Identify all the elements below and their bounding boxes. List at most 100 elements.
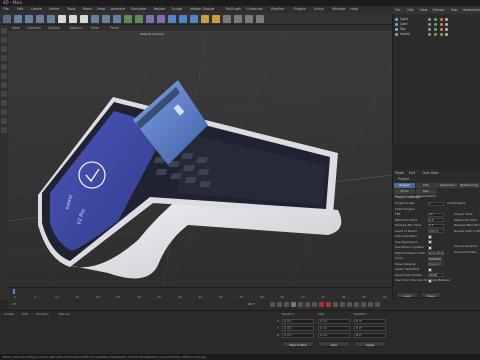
save-preset-button[interactable]: Save Preset... bbox=[420, 292, 442, 304]
polygons-mode-icon[interactable] bbox=[256, 15, 264, 23]
axis-mode-icon[interactable] bbox=[1, 73, 7, 79]
light-icon[interactable] bbox=[223, 15, 231, 23]
subdivision-icon[interactable] bbox=[157, 15, 165, 23]
move-icon[interactable] bbox=[36, 15, 44, 23]
menu-render[interactable]: Render bbox=[154, 6, 166, 13]
soft-selection-icon[interactable] bbox=[1, 127, 7, 133]
menu-help[interactable]: Help bbox=[350, 6, 358, 13]
points-tool-icon[interactable] bbox=[1, 28, 7, 34]
next-frame-icon[interactable] bbox=[298, 302, 303, 307]
camera-icon[interactable] bbox=[212, 15, 220, 23]
texture-mode-icon[interactable] bbox=[1, 64, 7, 70]
array-icon[interactable] bbox=[168, 15, 176, 23]
position-key-icon[interactable] bbox=[340, 302, 345, 307]
model-mode-icon[interactable] bbox=[1, 55, 7, 61]
workplane-icon[interactable] bbox=[1, 91, 7, 97]
render-settings-icon[interactable] bbox=[124, 15, 132, 23]
edges-mode-icon[interactable] bbox=[245, 15, 253, 23]
viewport[interactable]: sunmi V2 Pro bbox=[8, 25, 392, 287]
menu-character[interactable]: Character bbox=[246, 6, 263, 13]
undo-icon[interactable] bbox=[3, 15, 11, 23]
check-icon[interactable] bbox=[434, 23, 437, 26]
material-menu-function[interactable]: Function bbox=[36, 312, 49, 317]
menu-edit[interactable]: Edit bbox=[17, 6, 24, 13]
attr-checkbox[interactable] bbox=[428, 234, 432, 239]
prev-frame-icon[interactable] bbox=[284, 302, 289, 307]
end-frame-field[interactable]: 90 F bbox=[248, 302, 255, 306]
timeline[interactable]: 0 5 10 15 20 25 30 35 40 45 50 55 60 65 70 75 80 85 90 bbox=[8, 287, 392, 300]
menu-window[interactable]: Window bbox=[332, 6, 345, 13]
viewport-menu-cameras[interactable]: Cameras bbox=[27, 25, 41, 31]
lock-icon[interactable] bbox=[1, 100, 7, 106]
record-icon[interactable] bbox=[319, 302, 324, 307]
deformer-icon[interactable] bbox=[190, 15, 198, 23]
coord-mode-dropdown[interactable]: Object (Rel) bbox=[282, 341, 314, 347]
menu-sculpt[interactable]: Sculpt bbox=[172, 6, 183, 13]
attr-tab-key-interpolation[interactable]: Key Interpolation bbox=[415, 189, 437, 198]
attr-tab-referencing[interactable]: Referencing bbox=[458, 183, 480, 188]
material-menu-edit[interactable]: Edit bbox=[22, 312, 28, 317]
material-menu-texture[interactable]: Texture bbox=[59, 312, 70, 317]
snap-icon[interactable] bbox=[1, 82, 7, 88]
x-axis-icon[interactable] bbox=[58, 15, 66, 23]
attr-tab-info[interactable]: Info bbox=[415, 183, 437, 188]
menu-select[interactable]: Select bbox=[49, 6, 59, 13]
visibility-icon[interactable] bbox=[428, 23, 431, 26]
visibility-icon[interactable] bbox=[428, 18, 431, 21]
attr-menu-user-data[interactable]: User Data bbox=[423, 171, 439, 176]
polygons-tool-icon[interactable] bbox=[1, 46, 7, 52]
viewport-menu-display[interactable]: Display bbox=[48, 25, 60, 31]
auto-key-icon[interactable] bbox=[326, 302, 331, 307]
rotation-key-icon[interactable] bbox=[347, 302, 352, 307]
attr-checkbox[interactable] bbox=[428, 278, 432, 283]
check-icon[interactable] bbox=[434, 18, 437, 21]
attr-unit[interactable]: Centimeters bbox=[447, 201, 465, 206]
menu-pipeline[interactable]: Pipeline bbox=[271, 6, 284, 13]
material-menu-create[interactable]: Create bbox=[4, 312, 14, 317]
load-preset-button[interactable]: Load Preset... bbox=[396, 292, 418, 304]
playhead[interactable] bbox=[13, 289, 15, 294]
timeline-window-icon[interactable] bbox=[375, 302, 380, 307]
attr-checkbox[interactable] bbox=[428, 240, 432, 244]
z-axis-icon[interactable] bbox=[80, 15, 88, 23]
point-level-icon[interactable] bbox=[368, 302, 373, 307]
play-icon[interactable] bbox=[291, 302, 296, 307]
points-mode-icon[interactable] bbox=[234, 15, 242, 23]
attr-menu-edit[interactable]: Edit bbox=[409, 171, 415, 176]
color-swatch[interactable] bbox=[428, 256, 442, 261]
phong-tag-icon[interactable] bbox=[445, 18, 448, 21]
viewport-menu-view[interactable]: View bbox=[12, 25, 20, 31]
phong-tag-icon[interactable] bbox=[445, 28, 448, 31]
key-selection-icon[interactable] bbox=[333, 302, 338, 307]
material-tag-icon[interactable] bbox=[440, 23, 443, 26]
render-region-icon[interactable] bbox=[102, 15, 110, 23]
material-tag-icon[interactable] bbox=[440, 18, 443, 21]
om-tab-file[interactable]: File bbox=[395, 6, 400, 14]
attr-tab-project-settings[interactable]: Project Settings bbox=[394, 183, 415, 192]
scale-icon[interactable] bbox=[47, 15, 55, 23]
render-view-icon[interactable] bbox=[113, 15, 121, 23]
cube-icon[interactable] bbox=[135, 15, 143, 23]
attr-tab-to-do[interactable]: To Do bbox=[394, 189, 415, 194]
edges-tool-icon[interactable] bbox=[1, 37, 7, 43]
current-frame-field[interactable]: 0 F bbox=[12, 302, 17, 306]
om-tab-objects[interactable]: Objects bbox=[432, 6, 444, 14]
material-tag-icon[interactable] bbox=[440, 28, 443, 31]
visibility-icon[interactable] bbox=[428, 28, 431, 31]
attr-checkbox[interactable] bbox=[428, 245, 432, 250]
attr-checkbox[interactable] bbox=[428, 267, 432, 272]
menu-file[interactable]: File bbox=[3, 6, 9, 13]
object-row[interactable]: Sunmi bbox=[394, 32, 478, 37]
attr-tab-dynamics[interactable]: Dynamics bbox=[437, 183, 458, 188]
om-tab-tags[interactable]: Tags bbox=[451, 6, 458, 14]
go-to-end-icon[interactable] bbox=[312, 302, 317, 307]
world-icon[interactable] bbox=[91, 15, 99, 23]
prev-key-icon[interactable] bbox=[277, 302, 282, 307]
om-tab-bookmarks[interactable]: Bookmarks bbox=[463, 6, 480, 14]
next-key-icon[interactable] bbox=[305, 302, 310, 307]
check-icon[interactable] bbox=[434, 33, 437, 36]
redo-icon[interactable] bbox=[14, 15, 22, 23]
om-tab-edit[interactable]: Edit bbox=[407, 6, 413, 14]
check-icon[interactable] bbox=[434, 28, 437, 31]
viewport-menu-options[interactable]: Options bbox=[70, 25, 82, 31]
